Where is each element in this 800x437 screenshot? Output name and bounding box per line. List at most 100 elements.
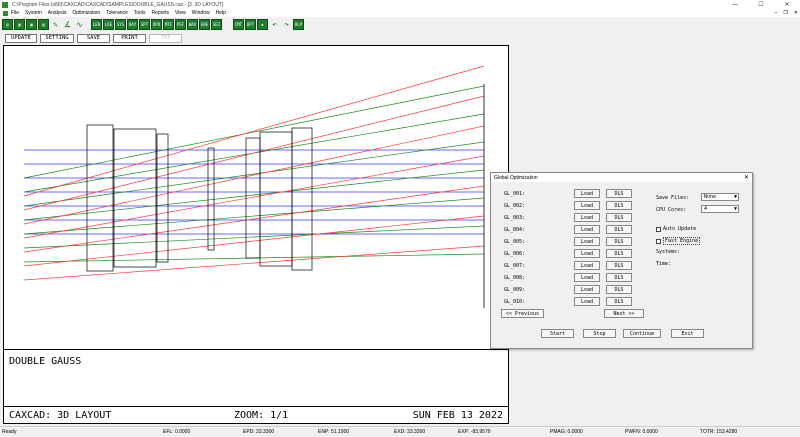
gl-load-button[interactable]: Load xyxy=(574,237,600,246)
ray-line-green xyxy=(23,197,485,235)
help-icon[interactable]: HLP xyxy=(293,19,304,30)
gl-load-button[interactable]: Load xyxy=(574,297,600,306)
lens-element xyxy=(86,124,114,272)
gl-load-button[interactable]: Load xyxy=(574,201,600,210)
draw-icon[interactable]: ∡ xyxy=(62,19,73,30)
menu-tools[interactable]: Tools xyxy=(134,10,146,16)
status-efl: EFL: 0.0000 xyxy=(163,429,191,435)
gl-load-button[interactable]: Load xyxy=(574,225,600,234)
start-button[interactable]: Start xyxy=(541,329,574,338)
gl-slot-row: GL_010: Load DLS xyxy=(504,297,632,306)
gl-load-button[interactable]: Load xyxy=(574,213,600,222)
update-button[interactable]: UPDATE xyxy=(5,33,37,43)
menu-system[interactable]: System xyxy=(25,10,42,16)
gl-slot-row: GL_001: Load DLS xyxy=(504,189,632,198)
toolbar-lde-button[interactable]: LDE xyxy=(103,19,114,30)
close-icon[interactable]: ✕ xyxy=(774,0,800,9)
toolbar-wav-button[interactable]: WAV xyxy=(187,19,198,30)
gl-dls-button[interactable]: DLS xyxy=(606,225,632,234)
gl-load-button[interactable]: Load xyxy=(574,285,600,294)
menu-tolerance[interactable]: Tolerance xyxy=(106,10,128,16)
status-bar: Ready EFL: 0.0000 EPD: 33.3300 ENP: 51.1… xyxy=(0,426,800,437)
menu-window[interactable]: Window xyxy=(192,10,210,16)
lens-element xyxy=(259,131,293,267)
status-exp: EXP: -83.9570 xyxy=(458,429,491,435)
gl-load-button[interactable]: Load xyxy=(574,189,600,198)
menu-file[interactable]: File xyxy=(11,10,19,16)
app-icon xyxy=(2,1,8,8)
maximize-icon[interactable]: ☐ xyxy=(748,0,774,9)
gl-dls-button[interactable]: DLS xyxy=(606,213,632,222)
open-folder-icon[interactable]: ▣ xyxy=(14,19,25,30)
fast-engine-label: Fast Engine xyxy=(663,237,701,245)
new-file-icon[interactable]: ▤ xyxy=(2,19,13,30)
menu-reports[interactable]: Reports xyxy=(152,10,170,16)
gl-dls-button[interactable]: DLS xyxy=(606,201,632,210)
doc-minimize-icon[interactable]: – xyxy=(775,10,778,16)
status-pmag: PMAG: 0.0000 xyxy=(550,429,583,435)
toolbar-opd-button[interactable]: OPD xyxy=(151,19,162,30)
status-exd: EXD: 33.3300 xyxy=(394,429,426,435)
exit-button[interactable]: Exit xyxy=(671,329,704,338)
toolbar-mtf-button[interactable]: MTF xyxy=(163,19,174,30)
redo-icon[interactable]: ↷ xyxy=(281,19,292,30)
toolbar-len-button[interactable]: LEN xyxy=(91,19,102,30)
gl-load-button[interactable]: Load xyxy=(574,273,600,282)
menu-analysis[interactable]: Analysis xyxy=(48,10,67,16)
menu-view[interactable]: View xyxy=(175,10,186,16)
toolbar-spt-button[interactable]: SPT xyxy=(139,19,150,30)
toolbar-psf-button[interactable]: PSF xyxy=(175,19,186,30)
checkbox-box[interactable] xyxy=(656,238,661,244)
lens-name: DOUBLE GAUSS xyxy=(9,356,82,367)
edit-pencil-icon[interactable]: ✎ xyxy=(50,19,61,30)
layout-canvas xyxy=(23,65,485,308)
gl-load-button[interactable]: Load xyxy=(574,249,600,258)
toolbar-ene-button[interactable]: ENE xyxy=(199,19,210,30)
save-files-select[interactable]: None ▼ xyxy=(701,193,739,201)
gl-slot-row: GL_008: Load DLS xyxy=(504,273,632,282)
continue-button[interactable]: Continue xyxy=(623,329,661,338)
text-button[interactable]: TXT xyxy=(149,33,182,43)
gl-dls-button[interactable]: DLS xyxy=(606,189,632,198)
toolbar-sei-button[interactable]: SEI xyxy=(211,19,222,30)
menu-help[interactable]: Help xyxy=(216,10,226,16)
fast-engine-checkbox[interactable]: Fast Engine xyxy=(656,237,701,245)
next-button[interactable]: Next >> xyxy=(604,309,644,318)
cpu-cores-select[interactable]: 4 ▼ xyxy=(701,205,739,213)
print-button[interactable]: PRINT xyxy=(113,33,146,43)
toolbar-opt-button[interactable]: OPT xyxy=(245,19,256,30)
menu-optimization[interactable]: Optimization xyxy=(72,10,100,16)
minimize-icon[interactable]: — xyxy=(722,0,748,9)
zoom-readout: ZOOM: 1/1 xyxy=(234,410,289,421)
checkbox-box[interactable] xyxy=(656,226,661,232)
wave-icon[interactable]: ∿ xyxy=(74,19,85,30)
undo-icon[interactable]: ↶ xyxy=(269,19,280,30)
cpu-cores-value: 4 xyxy=(704,206,708,212)
save-disk-icon[interactable]: ▦ xyxy=(26,19,37,30)
toolbar-cmt-button[interactable]: CMT xyxy=(233,19,244,30)
time-label: Time: xyxy=(656,261,672,267)
dialog-close-icon[interactable]: ✕ xyxy=(744,174,749,181)
gl-dls-button[interactable]: DLS xyxy=(606,273,632,282)
gl-dls-button[interactable]: DLS xyxy=(606,297,632,306)
gl-dls-button[interactable]: DLS xyxy=(606,249,632,258)
auto-update-label: Auto Update xyxy=(663,226,697,232)
auto-update-checkbox[interactable]: Auto Update xyxy=(656,226,696,232)
stop-button[interactable]: Stop xyxy=(583,329,616,338)
gl-dls-button[interactable]: DLS xyxy=(606,285,632,294)
document-icon[interactable] xyxy=(3,10,8,16)
gear-icon[interactable]: ✺ xyxy=(257,19,268,30)
doc-restore-icon[interactable]: ❐ xyxy=(783,10,787,16)
toolbar-ray-button[interactable]: RAY xyxy=(127,19,138,30)
previous-button[interactable]: << Previous xyxy=(501,309,544,318)
systems-label: Systems: xyxy=(656,249,681,255)
gl-dls-button[interactable]: DLS xyxy=(606,237,632,246)
save-button[interactable]: SAVE xyxy=(77,33,110,43)
gl-dls-button[interactable]: DLS xyxy=(606,261,632,270)
doc-close-icon[interactable]: ✕ xyxy=(794,10,798,16)
setting-button[interactable]: SETTING xyxy=(40,33,74,43)
gl-slot-label: GL_004: xyxy=(504,226,526,233)
print-icon[interactable]: ▥ xyxy=(38,19,49,30)
toolbar-sys-button[interactable]: SYS xyxy=(115,19,126,30)
gl-load-button[interactable]: Load xyxy=(574,261,600,270)
